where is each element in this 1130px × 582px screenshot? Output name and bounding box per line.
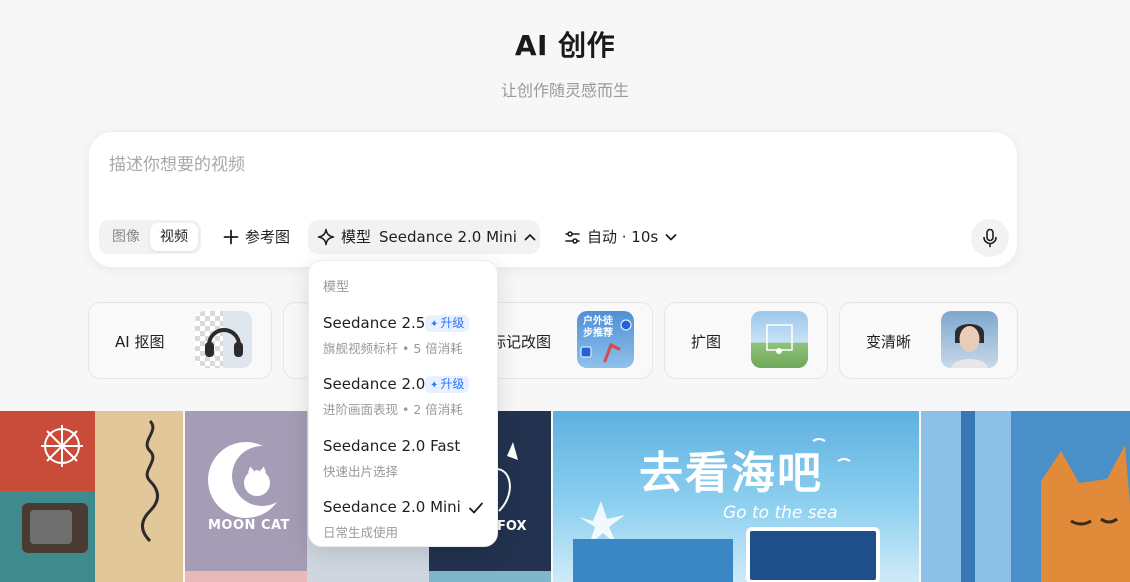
fox-text: FOX: [497, 519, 527, 534]
model-option-seedance-2-5[interactable]: Seedance 2.5 ✦ 升级 旗舰视频标杆 • 5 倍消耗: [309, 306, 499, 362]
feature-label: 扩图: [691, 333, 722, 351]
model-option-seedance-2-0-mini[interactable]: Seedance 2.0 Mini 日常生成使用: [309, 490, 499, 546]
voice-input-button[interactable]: [971, 219, 1009, 257]
model-menu-header: 模型: [323, 280, 350, 295]
mode-video-tab[interactable]: 视频: [150, 223, 198, 251]
mode-toggle: 图像 视频: [99, 220, 201, 254]
model-label: 模型: [341, 228, 372, 246]
check-icon: [469, 502, 483, 514]
prompt-input[interactable]: [109, 150, 989, 180]
model-select-button[interactable]: 模型 Seedance 2.0 Mini: [308, 220, 540, 254]
feature-label: 变清晰: [866, 333, 912, 351]
reference-image-label: 参考图: [245, 228, 291, 246]
upgrade-badge-label: 升级: [440, 377, 465, 391]
model-option-name: Seedance 2.0 Fast: [323, 437, 461, 455]
model-value: Seedance 2.0 Mini: [379, 228, 517, 246]
mode-image-tab[interactable]: 图像: [102, 223, 150, 251]
duration-label: 自动 · 10s: [587, 228, 659, 246]
reference-image-button[interactable]: 参考图: [214, 220, 296, 254]
sparkle-icon: [317, 228, 335, 246]
feature-label: AI 抠图: [115, 333, 165, 351]
chevron-up-icon: [524, 234, 536, 241]
feature-label: 标记改图: [491, 333, 552, 351]
model-option-name: Seedance 2.0 Mini: [323, 498, 461, 516]
model-option-name: Seedance 2.0: [323, 375, 426, 393]
model-dropdown-menu: 模型 Seedance 2.5 ✦ 升级 旗舰视频标杆 • 5 倍消耗 Seeda…: [308, 260, 498, 547]
gallery-tile-cat[interactable]: [921, 411, 1130, 582]
upgrade-badge: ✦ 升级: [425, 376, 470, 393]
chevron-down-icon: [665, 234, 677, 241]
hiking-thumbnail: 户外徒步推荐: [577, 311, 634, 368]
feature-card-mark-edit[interactable]: 标记改图 户外徒步推荐: [488, 302, 653, 379]
upgrade-sparkle-icon: ✦: [430, 380, 439, 391]
duration-settings-button[interactable]: 自动 · 10s: [555, 220, 681, 254]
feature-card-cutout[interactable]: AI 抠图: [88, 302, 272, 379]
landscape-thumbnail: [751, 311, 808, 368]
gallery: MOON CAT FOX 去看海吧 Go to the sea: [0, 411, 1130, 582]
page-title: AI 创作: [514, 29, 616, 62]
microphone-icon: [983, 228, 997, 248]
feature-cards: AI 抠图 标记改图 户外徒步推荐 扩图 变清晰: [88, 302, 1018, 379]
model-option-desc: 旗舰视频标杆 • 5 倍消耗: [323, 341, 463, 356]
model-option-desc: 进阶画面表现 • 2 倍消耗: [323, 402, 463, 417]
upgrade-badge: ✦ 升级: [425, 315, 470, 332]
upgrade-badge-label: 升级: [440, 316, 465, 330]
plus-icon: [223, 229, 239, 245]
feature-card-enhance[interactable]: 变清晰: [839, 302, 1018, 379]
sliders-icon: [565, 230, 580, 244]
prompt-card: 图像 视频 参考图 模型 Seedance 2.0 Mini 自动 · 10s: [88, 131, 1018, 268]
feature-card-expand[interactable]: 扩图: [664, 302, 828, 379]
model-option-name: Seedance 2.5: [323, 314, 426, 332]
page-subtitle: 让创作随灵感而生: [500, 81, 629, 100]
sea-subtitle: Go to the sea: [723, 503, 838, 523]
gallery-tile-sea[interactable]: 去看海吧 Go to the sea: [553, 411, 919, 582]
gallery-tile-moon-cat[interactable]: MOON CAT: [185, 411, 307, 582]
portrait-thumbnail: [941, 311, 998, 368]
model-option-seedance-2-0-fast[interactable]: Seedance 2.0 Fast 快速出片选择: [309, 429, 499, 485]
upgrade-sparkle-icon: ✦: [430, 319, 439, 330]
model-option-desc: 日常生成使用: [323, 525, 399, 540]
model-option-desc: 快速出片选择: [323, 464, 399, 479]
sea-title: 去看海吧: [639, 448, 823, 499]
model-option-seedance-2-0[interactable]: Seedance 2.0 ✦ 升级 进阶画面表现 • 2 倍消耗: [309, 367, 499, 423]
prompt-toolbar: 图像 视频 参考图 模型 Seedance 2.0 Mini 自动 · 10s: [99, 219, 1009, 257]
moon-cat-text: MOON CAT: [208, 518, 290, 533]
headphones-thumbnail: [195, 311, 252, 368]
gallery-tile-retro-tv[interactable]: [0, 411, 183, 582]
